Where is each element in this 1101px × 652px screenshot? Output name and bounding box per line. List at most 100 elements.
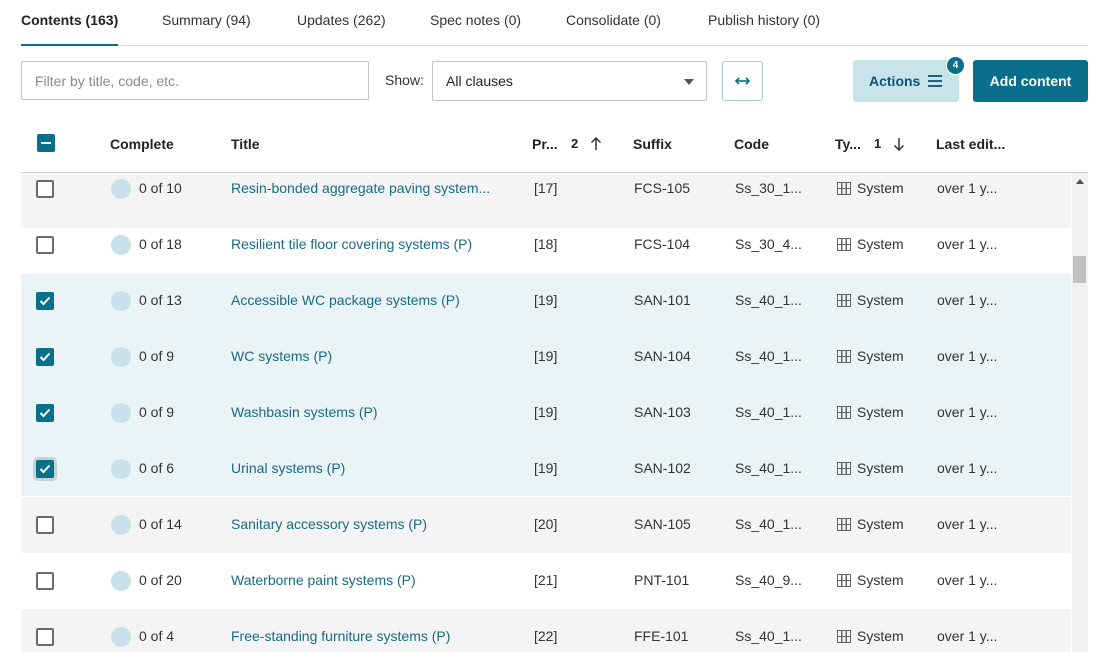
actions-button-label: Actions (869, 73, 921, 89)
table-row[interactable]: 0 of 4 Free-standing furniture systems (… (21, 609, 1071, 652)
row-checkbox[interactable] (36, 628, 54, 646)
tab-consolidate[interactable]: Consolidate (0) (566, 12, 661, 45)
row-checkbox[interactable] (36, 180, 54, 198)
table-row[interactable]: 0 of 20 Waterborne paint systems (P) [21… (21, 553, 1071, 609)
priority-cell: [19] (534, 348, 558, 364)
priority-cell: [18] (534, 236, 558, 252)
last-edited-cell: over 1 y... (937, 460, 998, 476)
show-select[interactable]: All clauses (432, 61, 707, 101)
horizontal-expand-icon (734, 77, 751, 85)
progress-circle-icon (111, 235, 131, 255)
last-edited-cell: over 1 y... (937, 292, 998, 308)
priority-cell: [22] (534, 628, 558, 644)
column-header-priority[interactable]: Pr... (532, 136, 558, 152)
grid-icon (837, 630, 851, 643)
column-header-complete[interactable]: Complete (110, 136, 174, 152)
last-edited-cell: over 1 y... (937, 236, 998, 252)
table-scrollbar[interactable] (1072, 173, 1088, 652)
complete-count: 0 of 10 (139, 180, 182, 196)
last-edited-cell: over 1 y... (937, 180, 998, 196)
progress-circle-icon (111, 627, 131, 647)
table-row[interactable]: 0 of 13 Accessible WC package systems (P… (21, 284, 1071, 340)
row-checkbox[interactable] (36, 236, 54, 254)
progress-circle-icon (111, 403, 131, 423)
last-edited-cell: over 1 y... (937, 628, 998, 644)
progress-circle-icon (111, 571, 131, 591)
priority-cell: [19] (534, 292, 558, 308)
row-checkbox[interactable] (36, 404, 54, 422)
code-cell: Ss_40_1... (735, 404, 802, 420)
progress-circle-icon (111, 291, 131, 311)
progress-circle-icon (111, 347, 131, 367)
suffix-cell: FCS-104 (634, 236, 691, 252)
clause-title-link[interactable]: Sanitary accessory systems (P) (231, 516, 427, 532)
tab-spec-notes[interactable]: Spec notes (0) (430, 12, 521, 45)
complete-count: 0 of 9 (139, 404, 175, 420)
add-content-button[interactable]: Add content (973, 60, 1088, 102)
progress-circle-icon (111, 459, 131, 479)
column-header-suffix[interactable]: Suffix (633, 136, 672, 152)
scrollbar-thumb[interactable] (1073, 256, 1086, 283)
suffix-cell: FFE-101 (634, 628, 689, 644)
code-cell: Ss_40_1... (735, 348, 802, 364)
select-all-checkbox[interactable] (37, 134, 55, 152)
table-row[interactable]: 0 of 9 WC systems (P) [19] SAN-104 Ss_40… (21, 340, 1071, 396)
expand-columns-button[interactable] (722, 61, 763, 101)
grid-icon (837, 238, 851, 251)
table-row[interactable]: 0 of 9 Washbasin systems (P) [19] SAN-10… (21, 396, 1071, 452)
type-cell: System (857, 572, 904, 588)
clause-title-link[interactable]: Resilient tile floor covering systems (P… (231, 236, 472, 252)
arrow-down-icon (893, 138, 905, 151)
grid-icon (837, 518, 851, 531)
hamburger-icon (928, 75, 942, 87)
progress-circle-icon (111, 179, 131, 199)
filter-input[interactable] (21, 61, 369, 100)
complete-count: 0 of 4 (139, 628, 175, 644)
column-header-last-edited[interactable]: Last edit... (936, 136, 1005, 152)
type-cell: System (857, 516, 904, 532)
clause-title-link[interactable]: WC systems (P) (231, 348, 332, 364)
last-edited-cell: over 1 y... (937, 572, 998, 588)
column-header-type[interactable]: Ty... (835, 136, 861, 152)
column-header-title[interactable]: Title (231, 136, 260, 152)
column-header-code[interactable]: Code (734, 136, 769, 152)
code-cell: Ss_40_1... (735, 292, 802, 308)
tab-updates[interactable]: Updates (262) (297, 12, 386, 45)
grid-icon (837, 462, 851, 475)
table-header: Complete Title Pr... 2 Suffix Code Ty...… (21, 118, 1088, 173)
complete-count: 0 of 14 (139, 516, 182, 532)
tab-contents[interactable]: Contents (163) (21, 12, 119, 46)
table-row[interactable]: 0 of 14 Sanitary accessory systems (P) [… (21, 497, 1071, 553)
tab-summary[interactable]: Summary (94) (162, 12, 251, 45)
clause-title-link[interactable]: Washbasin systems (P) (231, 404, 378, 420)
suffix-cell: SAN-104 (634, 348, 691, 364)
row-checkbox[interactable] (36, 348, 54, 366)
priority-cell: [20] (534, 516, 558, 532)
scroll-up-arrow-icon[interactable] (1076, 179, 1084, 184)
last-edited-cell: over 1 y... (937, 404, 998, 420)
row-checkbox[interactable] (36, 572, 54, 590)
clause-title-link[interactable]: Waterborne paint systems (P) (231, 572, 416, 588)
suffix-cell: PNT-101 (634, 572, 690, 588)
row-checkbox[interactable] (36, 292, 54, 310)
table-body: 0 of 10 Resin-bonded aggregate paving sy… (21, 173, 1071, 652)
clause-title-link[interactable]: Resin-bonded aggregate paving system... (231, 180, 490, 196)
table-row[interactable]: 0 of 10 Resin-bonded aggregate paving sy… (21, 173, 1071, 228)
clause-title-link[interactable]: Urinal systems (P) (231, 460, 345, 476)
arrow-up-icon (590, 137, 602, 150)
row-checkbox[interactable] (36, 460, 54, 478)
type-cell: System (857, 460, 904, 476)
type-cell: System (857, 292, 904, 308)
actions-button[interactable]: Actions (853, 60, 959, 102)
suffix-cell: SAN-101 (634, 292, 691, 308)
clause-title-link[interactable]: Accessible WC package systems (P) (231, 292, 460, 308)
clause-title-link[interactable]: Free-standing furniture systems (P) (231, 628, 450, 644)
code-cell: Ss_40_9... (735, 572, 802, 588)
row-checkbox[interactable] (36, 516, 54, 534)
type-sort-order: 1 (874, 136, 882, 151)
code-cell: Ss_40_1... (735, 460, 802, 476)
grid-icon (837, 406, 851, 419)
show-select-value: All clauses (446, 73, 513, 89)
suffix-cell: SAN-102 (634, 460, 691, 476)
tab-publish-history[interactable]: Publish history (0) (708, 12, 820, 45)
